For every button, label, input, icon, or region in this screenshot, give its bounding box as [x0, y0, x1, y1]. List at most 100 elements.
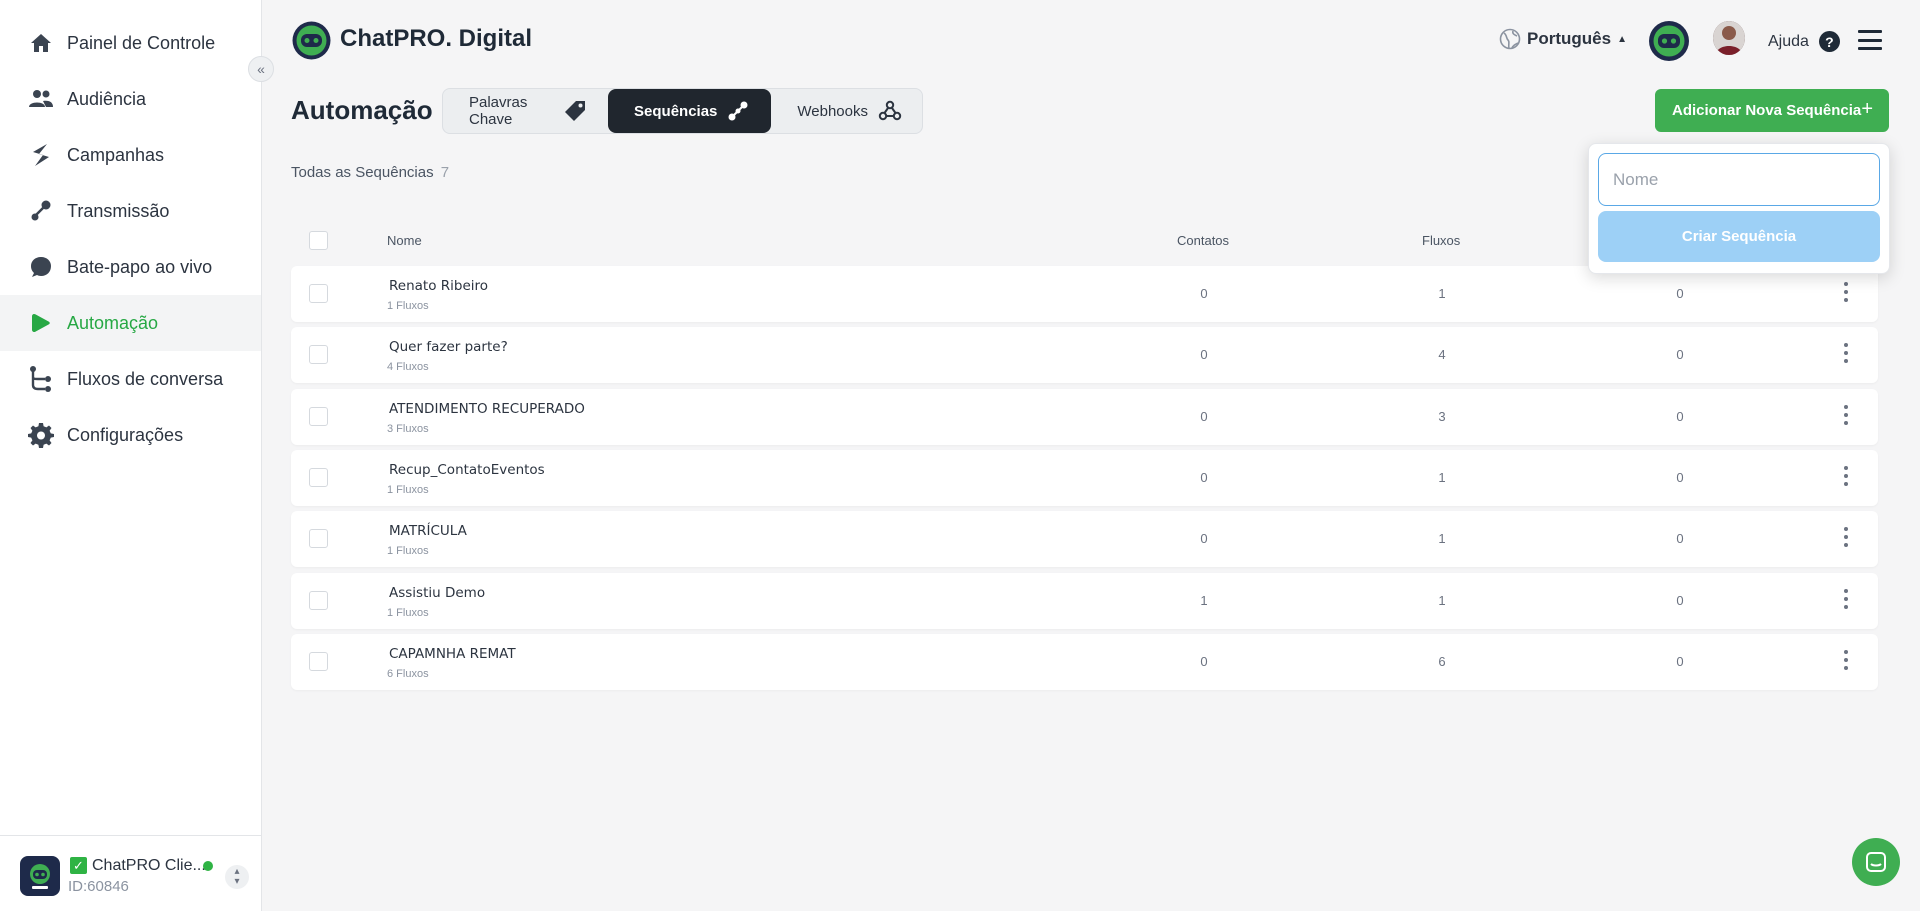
- create-sequence-button[interactable]: Criar Sequência: [1598, 211, 1880, 262]
- sidebar-item-transmissao[interactable]: Transmissão: [0, 183, 261, 239]
- account-switcher[interactable]: ✓ ChatPRO Clie... ID:60846 ▴ ▾: [0, 835, 261, 911]
- new-sequence-popover: Criar Sequência: [1588, 143, 1890, 274]
- brand-name: ChatPRO. Digital: [340, 25, 533, 52]
- verified-check-icon: ✓: [70, 857, 87, 874]
- webhook-icon: [878, 100, 902, 122]
- users-icon: [27, 85, 55, 113]
- tab-sequencias[interactable]: Sequências: [608, 89, 772, 133]
- sidebar-item-bate-papo[interactable]: Bate-papo ao vivo: [0, 239, 261, 295]
- home-icon: [27, 29, 55, 57]
- sequence-name-input[interactable]: [1598, 153, 1880, 206]
- row-checkbox[interactable]: [309, 284, 328, 303]
- bot-avatar[interactable]: [1648, 20, 1690, 62]
- page-title: Automação: [291, 95, 433, 125]
- third-column-value: 0: [1676, 409, 1684, 424]
- flows-count: 3: [1438, 409, 1446, 424]
- third-column-value: 0: [1676, 347, 1684, 362]
- tab-label: Sequências: [634, 102, 718, 120]
- sidebar-item-label: Bate-papo ao vivo: [67, 256, 213, 277]
- contacts-count: 0: [1200, 654, 1208, 669]
- user-avatar[interactable]: [1713, 21, 1745, 55]
- help-label: Ajuda: [1768, 32, 1809, 50]
- row-options-icon[interactable]: [1844, 405, 1848, 425]
- sequence-flow-count: 6 Fluxos: [387, 668, 429, 680]
- sequence-name[interactable]: Quer fazer parte?: [389, 339, 508, 355]
- subheading-label: Todas as Sequências: [291, 164, 434, 181]
- help-link[interactable]: Ajuda ?: [1768, 31, 1840, 52]
- contacts-count: 0: [1200, 531, 1208, 546]
- flows-count: 1: [1438, 531, 1446, 546]
- row-checkbox[interactable]: [309, 652, 328, 671]
- sidebar-item-campanhas[interactable]: Campanhas: [0, 127, 261, 183]
- column-header-flows: Fluxos: [1422, 233, 1461, 248]
- sidebar-item-fluxos[interactable]: Fluxos de conversa: [0, 351, 261, 407]
- sequence-name[interactable]: Assistiu Demo: [389, 585, 485, 601]
- sidebar: Painel de Controle Audiência Campanhas T…: [0, 0, 262, 911]
- chat-bubble-icon: [27, 253, 55, 281]
- chatpro-logo-icon: [291, 20, 332, 61]
- broadcast-icon: [27, 197, 55, 225]
- switch-account-icon[interactable]: ▴ ▾: [225, 865, 249, 889]
- sequence-flow-count: 4 Fluxos: [387, 361, 429, 373]
- flow-icon: [27, 365, 55, 393]
- table-row[interactable]: Assistiu Demo 1 Fluxos 1 1 0: [291, 573, 1878, 629]
- add-sequence-label: Adicionar Nova Sequência: [1672, 102, 1862, 119]
- row-checkbox[interactable]: [309, 407, 328, 426]
- sidebar-item-label: Configurações: [67, 424, 184, 445]
- column-header-name: Nome: [387, 233, 422, 248]
- row-checkbox[interactable]: [309, 468, 328, 487]
- sequence-flow-count: 1 Fluxos: [387, 607, 429, 619]
- row-checkbox[interactable]: [309, 529, 328, 548]
- support-chat-button[interactable]: [1852, 838, 1900, 886]
- gear-icon: [27, 421, 55, 449]
- help-question-icon: ?: [1818, 31, 1840, 52]
- flows-count: 6: [1438, 654, 1446, 669]
- tab-label: Webhooks: [797, 102, 868, 120]
- table-row[interactable]: MATRÍCULA 1 Fluxos 0 1 0: [291, 511, 1878, 567]
- sequence-name[interactable]: CAPAMNHA REMAT: [389, 646, 516, 662]
- row-options-icon[interactable]: [1844, 650, 1848, 670]
- row-options-icon[interactable]: [1844, 466, 1848, 486]
- table-row[interactable]: Renato Ribeiro 1 Fluxos 0 1 0: [291, 266, 1878, 322]
- campaign-icon: [27, 141, 55, 169]
- language-selector[interactable]: Português ▲: [1499, 28, 1627, 50]
- sequence-name[interactable]: MATRÍCULA: [389, 523, 467, 539]
- sequences-count: 7: [440, 164, 450, 181]
- sidebar-item-automacao[interactable]: Automação: [0, 295, 261, 351]
- table-row[interactable]: Quer fazer parte? 4 Fluxos 0 4 0: [291, 327, 1878, 383]
- online-status-dot: [203, 861, 213, 871]
- account-id: ID:60846: [68, 878, 129, 895]
- sidebar-item-configuracoes[interactable]: Configurações: [0, 407, 261, 463]
- table-row[interactable]: Recup_ContatoEventos 1 Fluxos 0 1 0: [291, 450, 1878, 506]
- sidebar-item-label: Automação: [67, 312, 159, 333]
- column-header-contacts: Contatos: [1177, 233, 1230, 248]
- tab-palavras-chave[interactable]: Palavras Chave: [443, 89, 608, 133]
- add-sequence-button[interactable]: Adicionar Nova Sequência +: [1655, 89, 1889, 132]
- hamburger-menu-icon[interactable]: [1858, 30, 1882, 50]
- contacts-count: 1: [1200, 593, 1208, 608]
- sequence-name[interactable]: ATENDIMENTO RECUPERADO: [389, 401, 585, 417]
- contacts-count: 0: [1200, 470, 1208, 485]
- sidebar-item-painel[interactable]: Painel de Controle: [0, 15, 261, 71]
- sequence-icon: [727, 100, 749, 122]
- sequence-flow-count: 1 Fluxos: [387, 545, 429, 557]
- flows-count: 1: [1438, 470, 1446, 485]
- row-checkbox[interactable]: [309, 591, 328, 610]
- tab-webhooks[interactable]: Webhooks: [771, 89, 922, 133]
- tag-icon: [564, 100, 586, 122]
- row-options-icon[interactable]: [1844, 343, 1848, 363]
- table-row[interactable]: ATENDIMENTO RECUPERADO 3 Fluxos 0 3 0: [291, 389, 1878, 445]
- sequence-name[interactable]: Renato Ribeiro: [389, 278, 488, 294]
- row-options-icon[interactable]: [1844, 589, 1848, 609]
- table-row[interactable]: CAPAMNHA REMAT 6 Fluxos 0 6 0: [291, 634, 1878, 690]
- sequence-name[interactable]: Recup_ContatoEventos: [389, 462, 545, 478]
- collapse-sidebar-button[interactable]: «: [248, 56, 274, 82]
- sidebar-item-audiencia[interactable]: Audiência: [0, 71, 261, 127]
- select-all-checkbox[interactable]: [309, 231, 328, 250]
- sidebar-item-label: Campanhas: [67, 144, 165, 165]
- sidebar-item-label: Audiência: [67, 88, 147, 109]
- third-column-value: 0: [1676, 654, 1684, 669]
- row-options-icon[interactable]: [1844, 282, 1848, 302]
- row-checkbox[interactable]: [309, 345, 328, 364]
- row-options-icon[interactable]: [1844, 527, 1848, 547]
